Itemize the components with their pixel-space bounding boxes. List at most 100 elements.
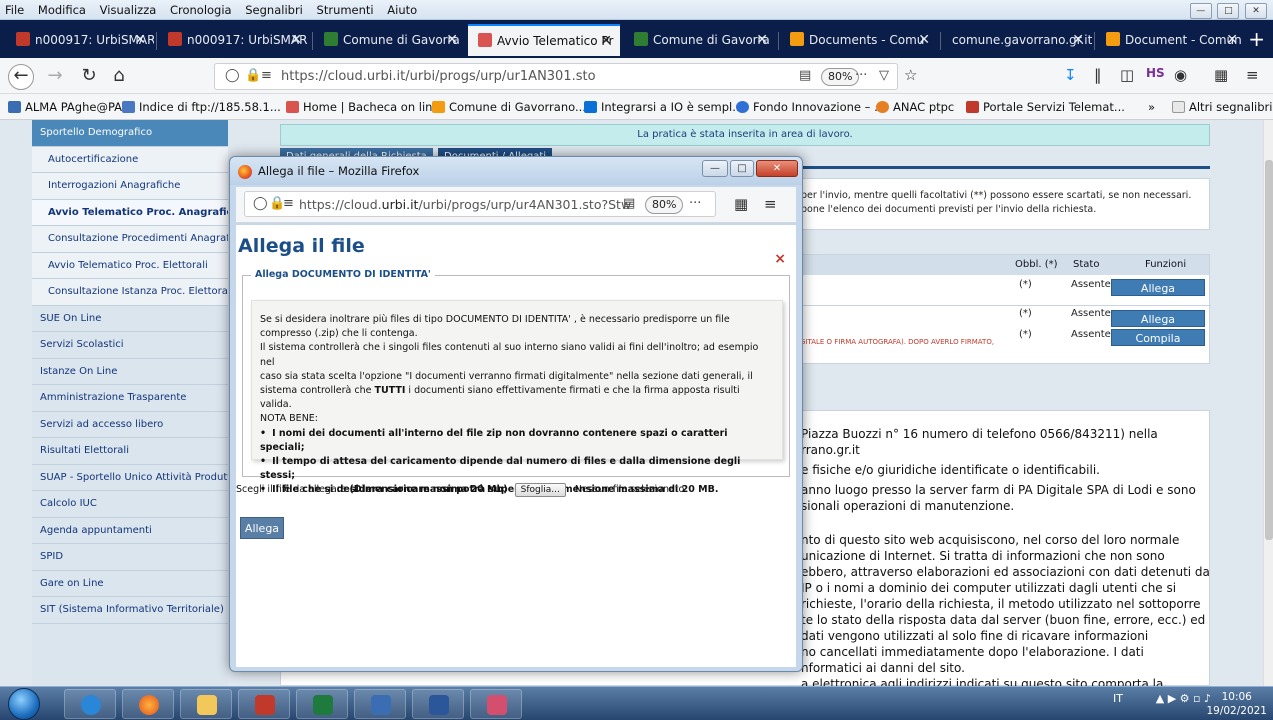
- library-icon[interactable]: ‖: [1094, 66, 1102, 84]
- sidebar-item[interactable]: SUE On Line: [32, 306, 228, 332]
- bookmark-io[interactable]: Integrarsi a IO è sempl...: [584, 100, 743, 114]
- bookmark-fondo-innovazione[interactable]: Fondo Innovazione – ...: [736, 100, 885, 114]
- reader-view-icon[interactable]: ▤: [623, 196, 635, 211]
- tab-close-icon[interactable]: ✕: [918, 26, 930, 54]
- page-actions-icon[interactable]: ···: [689, 196, 701, 211]
- menu-file[interactable]: File: [0, 0, 29, 20]
- forward-icon[interactable]: →: [42, 64, 68, 90]
- permissions-icon[interactable]: ≡: [261, 68, 272, 83]
- sidebar-item[interactable]: Agenda appuntamenti: [32, 518, 228, 544]
- tab-document-comune[interactable]: Document - Comun ✕: [1096, 26, 1246, 54]
- reload-icon[interactable]: ↻: [76, 64, 102, 90]
- sidebar-item[interactable]: Servizi ad accesso libero: [32, 412, 228, 438]
- sidebar-item[interactable]: Sportello Demografico: [32, 120, 228, 147]
- bookmark-ftp[interactable]: Indice di ftp://185.58.1...: [122, 100, 281, 114]
- taskbar-explorer-icon[interactable]: [180, 689, 232, 719]
- sidebar-item[interactable]: Istanze On Line: [32, 359, 228, 385]
- sidebar-item[interactable]: Autocertificazione: [32, 146, 228, 173]
- taskbar-paint-icon[interactable]: [470, 689, 522, 719]
- tray-icons[interactable]: ▲ ▶ ⚙ ▫ ♪: [1156, 692, 1211, 705]
- sidebar-item[interactable]: Consultazione Istanza Proc. Elettorali: [32, 279, 228, 306]
- taskbar-app-icon[interactable]: [238, 689, 290, 719]
- shield-icon[interactable]: ◯: [253, 196, 268, 211]
- sidebar-item[interactable]: SUAP - Sportello Unico Attività Produtti…: [32, 465, 228, 491]
- zoom-indicator[interactable]: 80%: [821, 68, 860, 86]
- sidebar-icon[interactable]: ◫: [1120, 66, 1134, 84]
- menu-aiuto[interactable]: Aiuto: [382, 0, 422, 20]
- tab-close-icon[interactable]: ✕: [290, 26, 302, 54]
- taskbar-firefox-icon[interactable]: [122, 689, 174, 719]
- hamburger-menu-icon[interactable]: ≡: [1246, 66, 1259, 84]
- menu-modifica[interactable]: Modifica: [33, 0, 91, 20]
- menu-cronologia[interactable]: Cronologia: [165, 0, 237, 20]
- bookmark-comune[interactable]: Comune di Gavorrano...: [432, 100, 586, 114]
- start-button-icon[interactable]: [8, 688, 40, 720]
- sidebar-item[interactable]: Avvio Telematico Proc. Anagrafici: [32, 199, 228, 226]
- allega-button[interactable]: Allega: [1111, 310, 1205, 327]
- popup-minimize-icon[interactable]: —: [702, 160, 728, 177]
- tab-close-icon[interactable]: ✕: [600, 26, 612, 56]
- new-tab-icon[interactable]: +: [1248, 26, 1265, 52]
- popup-maximize-icon[interactable]: □: [730, 160, 754, 177]
- submit-allega-button[interactable]: Allega: [240, 517, 284, 539]
- extension-icon[interactable]: ▦: [734, 195, 748, 213]
- extension-hs-icon[interactable]: HS: [1146, 66, 1165, 80]
- url-bar[interactable]: ◯ 🔒 ≡ https://cloud.urbi.it/urbi/progs/u…: [214, 63, 898, 90]
- maximize-icon[interactable]: □: [1217, 3, 1240, 19]
- menu-segnalibri[interactable]: Segnalibri: [240, 0, 308, 20]
- shield-icon[interactable]: ◯: [225, 68, 240, 83]
- sidebar-item[interactable]: SIT (Sistema Informativo Territoriale): [32, 597, 228, 624]
- tab-comune-gavorrano-site[interactable]: comune.gavorrano.gr.it ✕: [942, 26, 1092, 54]
- tab-close-icon[interactable]: ✕: [1072, 26, 1084, 54]
- bookmark-anac[interactable]: ANAC ptpc: [876, 100, 954, 114]
- home-icon[interactable]: ⌂: [106, 64, 132, 90]
- tab-documents-comune[interactable]: Documents - Comu ✕: [780, 26, 938, 54]
- lock-icon[interactable]: 🔒: [245, 68, 261, 83]
- popup-zoom-indicator[interactable]: 80%: [645, 196, 684, 214]
- allega-button[interactable]: Allega: [1111, 279, 1205, 296]
- popup-close-icon[interactable]: ✕: [756, 160, 798, 177]
- taskbar-excel-icon[interactable]: [296, 689, 348, 719]
- bookmark-alma[interactable]: ALMA PAghe@PA: [8, 100, 122, 114]
- tab-comune-gavorrano-1[interactable]: Comune di Gavorra ✕: [314, 26, 466, 54]
- taskbar-app2-icon[interactable]: [354, 689, 406, 719]
- menu-strumenti[interactable]: Strumenti: [312, 0, 379, 20]
- minimize-icon[interactable]: —: [1189, 3, 1212, 19]
- tab-close-icon[interactable]: ✕: [134, 26, 146, 54]
- input-language[interactable]: IT: [1113, 692, 1123, 705]
- sidebar-item[interactable]: Consultazione Procedimenti Anagrafici: [32, 226, 228, 253]
- tab-close-icon[interactable]: ✕: [1226, 26, 1238, 54]
- popup-url-bar[interactable]: ◯ 🔒 ≡ https://cloud.urbi.it/urbi/progs/u…: [244, 191, 716, 217]
- sidebar-item[interactable]: Calcolo IUC: [32, 491, 228, 518]
- bookmark-altri[interactable]: Altri segnalibri: [1172, 100, 1272, 114]
- tab-urbismart-2[interactable]: n000917: UrbiSMAR ✕: [158, 26, 310, 54]
- permissions-icon[interactable]: ≡: [283, 196, 294, 211]
- menu-visualizza[interactable]: Visualizza: [95, 0, 162, 20]
- account-icon[interactable]: ◉: [1174, 66, 1187, 84]
- back-icon[interactable]: ←: [8, 64, 34, 90]
- tab-urbismart-1[interactable]: n000917: UrbiSMAR ✕: [6, 26, 154, 54]
- reader-view-icon[interactable]: ▤: [799, 68, 811, 83]
- system-clock[interactable]: 10:06 19/02/2021: [1206, 690, 1267, 718]
- bookmark-bacheca[interactable]: Home | Bacheca on lin...: [286, 100, 443, 114]
- bookmarks-overflow-icon[interactable]: »: [1148, 100, 1155, 114]
- hamburger-menu-icon[interactable]: ≡: [764, 195, 777, 213]
- page-scrollbar[interactable]: [1263, 120, 1273, 686]
- taskbar-word-icon[interactable]: [412, 689, 464, 719]
- pocket-icon[interactable]: ▽: [879, 68, 889, 83]
- sidebar-item[interactable]: Gare on Line: [32, 571, 228, 597]
- dialog-close-icon[interactable]: ×: [774, 251, 786, 267]
- bookmark-star-icon[interactable]: ☆: [904, 66, 917, 84]
- extension-icon[interactable]: ▦: [1214, 66, 1228, 84]
- sidebar-item[interactable]: Interrogazioni Anagrafiche: [32, 173, 228, 200]
- bookmark-portale-servizi[interactable]: Portale Servizi Telemat...: [966, 100, 1125, 114]
- tab-close-icon[interactable]: ✕: [446, 26, 458, 54]
- page-actions-icon[interactable]: ···: [855, 68, 867, 83]
- popup-titlebar[interactable]: Allega il file – Mozilla Firefox — □ ✕: [230, 157, 802, 185]
- sidebar-item[interactable]: Risultati Elettorali: [32, 438, 228, 465]
- browse-button[interactable]: Sfoglia...: [514, 483, 566, 497]
- tab-avvio-telematico[interactable]: Avvio Telematico Pr ✕: [468, 24, 620, 56]
- tab-close-icon[interactable]: ✕: [756, 26, 768, 54]
- sidebar-item[interactable]: Servizi Scolastici: [32, 332, 228, 359]
- sidebar-item[interactable]: Amministrazione Trasparente: [32, 385, 228, 412]
